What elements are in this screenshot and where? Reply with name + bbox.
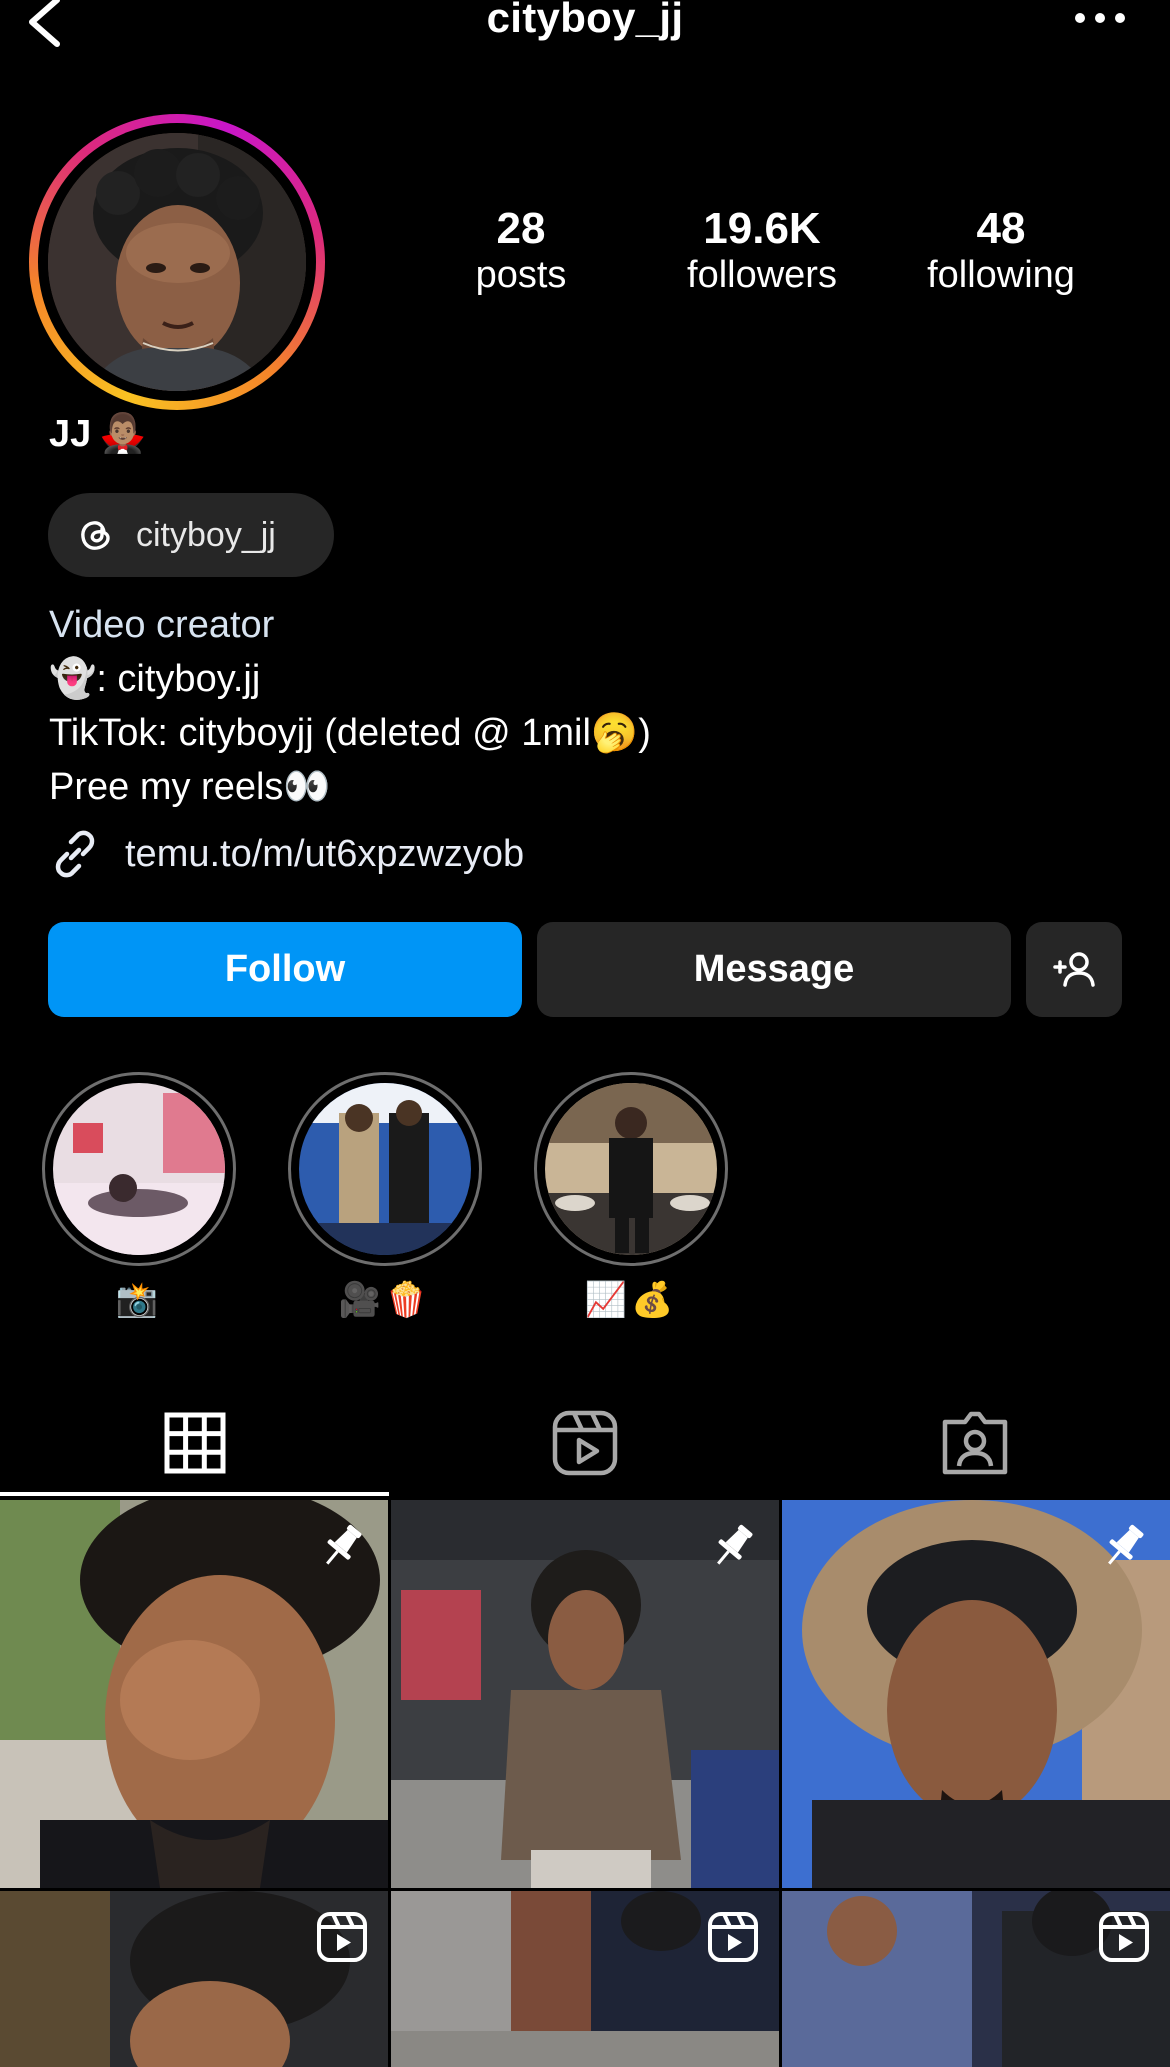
stat-posts[interactable]: 28 posts [421, 204, 621, 297]
grid-post[interactable] [782, 1891, 1170, 2067]
stat-followers-label: followers [687, 254, 837, 297]
tab-reels[interactable] [390, 1390, 780, 1496]
grid-post[interactable] [782, 1500, 1170, 1888]
reel-icon [708, 1912, 758, 1962]
highlight-cover [53, 1083, 225, 1255]
pinned-icon [717, 1524, 753, 1565]
bio-line: 👻: cityboy.jj [49, 658, 261, 700]
top-bar: cityboy_jj [0, 0, 1170, 50]
more-options-icon[interactable] [1070, 8, 1130, 28]
pinned-icon [326, 1524, 362, 1565]
suggested-users-button[interactable] [1026, 922, 1122, 1017]
bio-link[interactable]: temu.to/m/ut6xpzwzyob [49, 828, 524, 880]
stat-following-label: following [927, 254, 1075, 297]
stat-following-value: 48 [976, 204, 1026, 253]
bio: Video creator 👻: cityboy.jj TikTok: city… [49, 598, 651, 814]
tab-posts-grid[interactable] [0, 1390, 390, 1496]
threads-handle: cityboy_jj [136, 515, 276, 554]
bio-category: Video creator [49, 604, 275, 646]
grid-post[interactable] [391, 1891, 779, 2067]
avatar [48, 133, 306, 391]
highlight-label: 📈💰 [584, 1281, 678, 1319]
reel-icon [1099, 1912, 1149, 1962]
story-highlight[interactable]: 📈💰 [533, 1072, 729, 1320]
grid-post[interactable] [0, 1500, 388, 1888]
stat-followers-value: 19.6K [703, 204, 821, 253]
pinned-icon [1108, 1524, 1144, 1565]
bio-line: Pree my reels👀 [49, 766, 331, 808]
add-person-icon [1053, 951, 1095, 987]
stat-posts-label: posts [475, 254, 567, 297]
tagged-icon [942, 1411, 1008, 1475]
link-icon [55, 830, 95, 878]
highlight-label: 🎥🍿 [338, 1281, 432, 1319]
reels-icon [552, 1410, 618, 1476]
message-button[interactable]: Message [537, 922, 1011, 1017]
display-name-emoji: 🧛🏽‍♂️ [99, 413, 147, 455]
grid-icon [164, 1412, 226, 1474]
grid-post[interactable] [0, 1891, 388, 2067]
threads-badge[interactable]: cityboy_jj [48, 493, 334, 577]
story-highlight[interactable]: 🎥🍿 [287, 1072, 483, 1320]
highlight-label: 📸 [115, 1281, 163, 1319]
profile-username-title: cityboy_jj [486, 0, 684, 41]
grid-post[interactable] [391, 1500, 779, 1888]
display-name-text: JJ [49, 412, 92, 455]
highlight-cover [299, 1083, 471, 1255]
active-tab-indicator [0, 1492, 389, 1496]
highlight-cover [545, 1083, 717, 1255]
bio-line: TikTok: cityboyjj (deleted @ 1mil🥱) [49, 712, 651, 754]
avatar-story-ring[interactable] [29, 114, 325, 410]
bio-link-text: temu.to/m/ut6xpzwzyob [125, 832, 525, 875]
follow-button[interactable]: Follow [48, 922, 522, 1017]
story-highlight[interactable]: 📸 [41, 1072, 237, 1320]
stat-posts-value: 28 [496, 204, 546, 253]
display-name: JJ 🧛🏽‍♂️ [49, 412, 147, 456]
profile-tabs [0, 1390, 1170, 1496]
threads-icon [81, 521, 110, 550]
reel-icon [317, 1912, 367, 1962]
stat-following[interactable]: 48 following [901, 204, 1101, 297]
tab-tagged[interactable] [780, 1390, 1170, 1496]
stat-followers[interactable]: 19.6K followers [662, 204, 862, 297]
